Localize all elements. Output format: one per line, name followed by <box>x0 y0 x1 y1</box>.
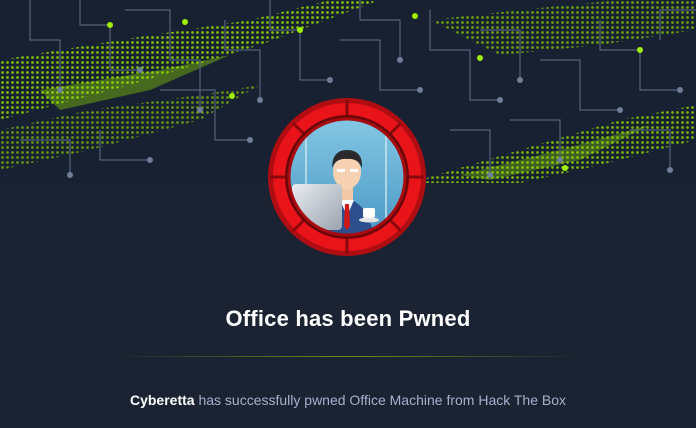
pwned-message: Cyberetta has successfully pwned Office … <box>0 392 696 408</box>
machine-avatar <box>266 96 428 258</box>
pwned-title: Office has been Pwned <box>225 306 471 331</box>
username[interactable]: Cyberetta <box>130 392 195 408</box>
divider-line <box>118 356 578 357</box>
pwned-message-text: has successfully pwned Office Machine fr… <box>194 392 567 408</box>
